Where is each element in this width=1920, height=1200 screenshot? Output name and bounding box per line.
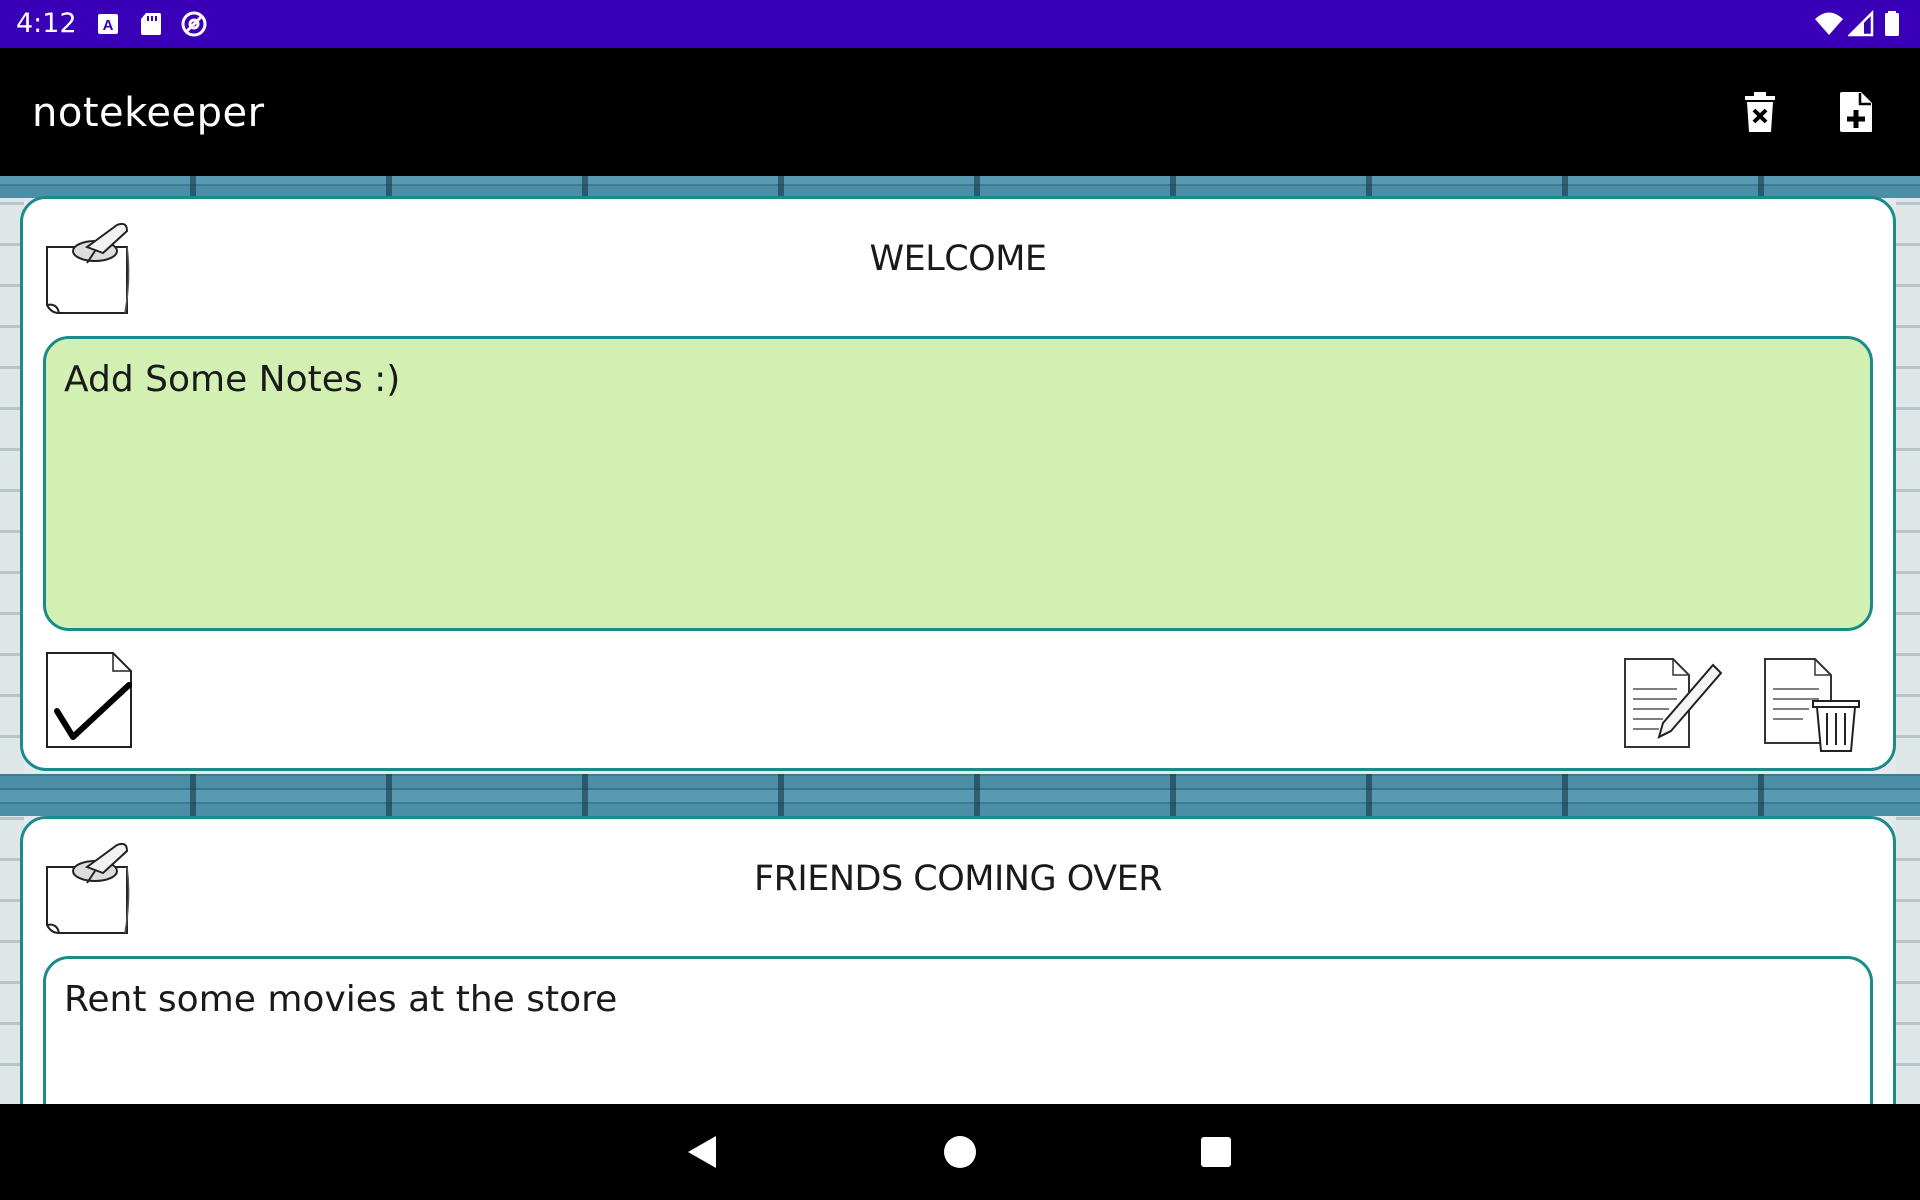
new-note-icon[interactable] [1830, 86, 1882, 138]
a-box-icon: A [94, 10, 122, 38]
app-title: notekeeper [32, 90, 265, 136]
note-card[interactable]: WELCOME Add Some Notes :) [20, 196, 1896, 771]
wifi-icon [1814, 10, 1844, 38]
signal-icon [1846, 9, 1876, 38]
delete-note-icon[interactable] [1759, 651, 1867, 755]
brick-background [0, 176, 1920, 198]
status-bar: 4:12 A [0, 0, 1920, 48]
note-body[interactable]: Rent some movies at the store [43, 956, 1873, 1104]
edit-note-icon[interactable] [1619, 651, 1723, 751]
sd-card-icon [137, 10, 165, 38]
svg-text:A: A [103, 17, 114, 34]
note-card[interactable]: FRIENDS COMING OVER Rent some movies at … [20, 816, 1896, 1104]
app-bar: notekeeper [0, 48, 1920, 176]
back-icon[interactable] [680, 1130, 724, 1174]
note-title: WELCOME [869, 239, 1047, 279]
at-icon [180, 10, 208, 38]
wall-background-right [1896, 176, 1920, 1104]
recents-icon[interactable] [1194, 1130, 1238, 1174]
brick-background [0, 774, 1920, 816]
note-body[interactable]: Add Some Notes :) [43, 336, 1873, 631]
status-time: 4:12 [16, 8, 77, 39]
navigation-bar [0, 1104, 1920, 1200]
battery-icon [1882, 10, 1902, 38]
completed-check-icon[interactable] [43, 651, 137, 751]
home-icon[interactable] [938, 1130, 982, 1174]
note-title: FRIENDS COMING OVER [753, 859, 1163, 899]
notes-list[interactable]: WELCOME Add Some Notes :) FRIENDS COMING… [0, 176, 1920, 1104]
delete-all-icon[interactable] [1734, 86, 1786, 138]
